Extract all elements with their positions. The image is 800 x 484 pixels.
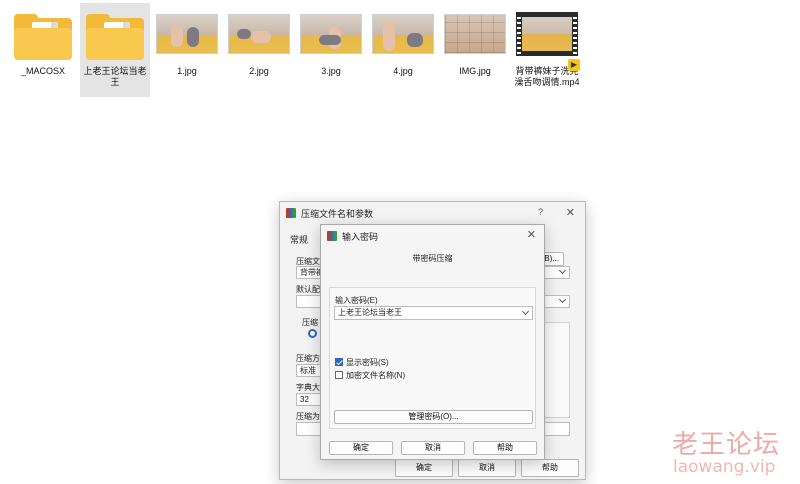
dialog-title-bar: 输入密码	[321, 225, 544, 247]
file-item-3-jpg[interactable]: 3.jpg	[296, 3, 366, 97]
show-password-label[interactable]: 显示密码(S)	[346, 357, 389, 368]
image-thumbnail	[300, 14, 362, 54]
file-list: _MACOSX 上老王论坛当老王 1.jpg 2.jpg 3.jpg 4.jpg	[8, 3, 584, 97]
file-name: IMG.jpg	[459, 66, 491, 76]
encrypt-file-names-checkbox[interactable]	[335, 371, 343, 379]
dialog-title: 压缩文件名和参数	[301, 208, 374, 219]
enter-password-dialog: 输入密码 ✕ 带密码压缩 输入密码(E) 上老王论坛当老王 显示密码(S) 加密…	[320, 224, 545, 460]
password-label: 输入密码(E)	[335, 296, 378, 305]
help-button[interactable]: 帮助	[521, 459, 579, 477]
file-item-macosx[interactable]: _MACOSX	[8, 3, 78, 97]
encrypt-file-names-label[interactable]: 加密文件名称(N)	[346, 370, 405, 381]
split-volumes-label: 压缩为	[296, 412, 320, 421]
cancel-button[interactable]: 取消	[458, 459, 516, 477]
password-input[interactable]: 上老王论坛当老王	[334, 306, 533, 320]
radio-rar[interactable]	[308, 329, 317, 338]
password-group: 输入密码(E) 上老王论坛当老王 显示密码(S) 加密文件名称(N) 管理密码(…	[329, 287, 536, 429]
file-item-video-mp4[interactable]: ▶ 背带裤妹子洗完澡舌吻调情.mp4	[512, 3, 582, 97]
file-name: 1.jpg	[177, 66, 197, 76]
cancel-button[interactable]: 取消	[401, 441, 465, 455]
folder-icon	[14, 14, 72, 60]
dialog-heading: 带密码压缩	[412, 254, 453, 263]
show-password-checkbox[interactable]	[335, 358, 343, 366]
archive-format-label: 压缩	[302, 318, 318, 327]
file-item-2-jpg[interactable]: 2.jpg	[224, 3, 294, 97]
close-icon[interactable]: ✕	[527, 228, 536, 241]
file-item-4-jpg[interactable]: 4.jpg	[368, 3, 438, 97]
folder-icon	[86, 14, 144, 60]
file-name: 2.jpg	[249, 66, 269, 76]
file-item-folder-selected[interactable]: 上老王论坛当老王	[80, 3, 150, 97]
image-thumbnail	[156, 14, 218, 54]
image-thumbnail	[444, 14, 506, 54]
close-icon[interactable]: ✕	[566, 206, 575, 219]
help-icon[interactable]: ?	[538, 207, 543, 217]
ok-button[interactable]: 确定	[395, 459, 453, 477]
manage-passwords-button[interactable]: 管理密码(O)...	[334, 410, 533, 424]
default-profile-label: 默认配	[296, 285, 320, 294]
file-name: 4.jpg	[393, 66, 413, 76]
file-name: 上老王论坛当老王	[83, 66, 147, 87]
file-item-1-jpg[interactable]: 1.jpg	[152, 3, 222, 97]
file-name: _MACOSX	[20, 66, 65, 76]
file-name: 3.jpg	[321, 66, 341, 76]
dialog-title: 输入密码	[342, 231, 379, 242]
tab-general[interactable]: 常规	[290, 233, 308, 246]
media-player-icon: ▶	[568, 59, 580, 71]
video-thumbnail	[516, 12, 578, 56]
ok-button[interactable]: 确定	[329, 441, 393, 455]
help-button[interactable]: 帮助	[473, 441, 537, 455]
image-thumbnail	[228, 14, 290, 54]
winrar-icon	[327, 231, 337, 241]
dictionary-size-label: 字典大	[296, 383, 320, 392]
winrar-icon	[286, 208, 296, 218]
watermark-title: 老王论坛	[672, 430, 781, 460]
watermark-url: laowang.vip	[673, 457, 776, 477]
file-item-img-jpg[interactable]: IMG.jpg	[440, 3, 510, 97]
compression-method-label: 压缩方	[296, 354, 320, 363]
image-thumbnail	[372, 14, 434, 54]
